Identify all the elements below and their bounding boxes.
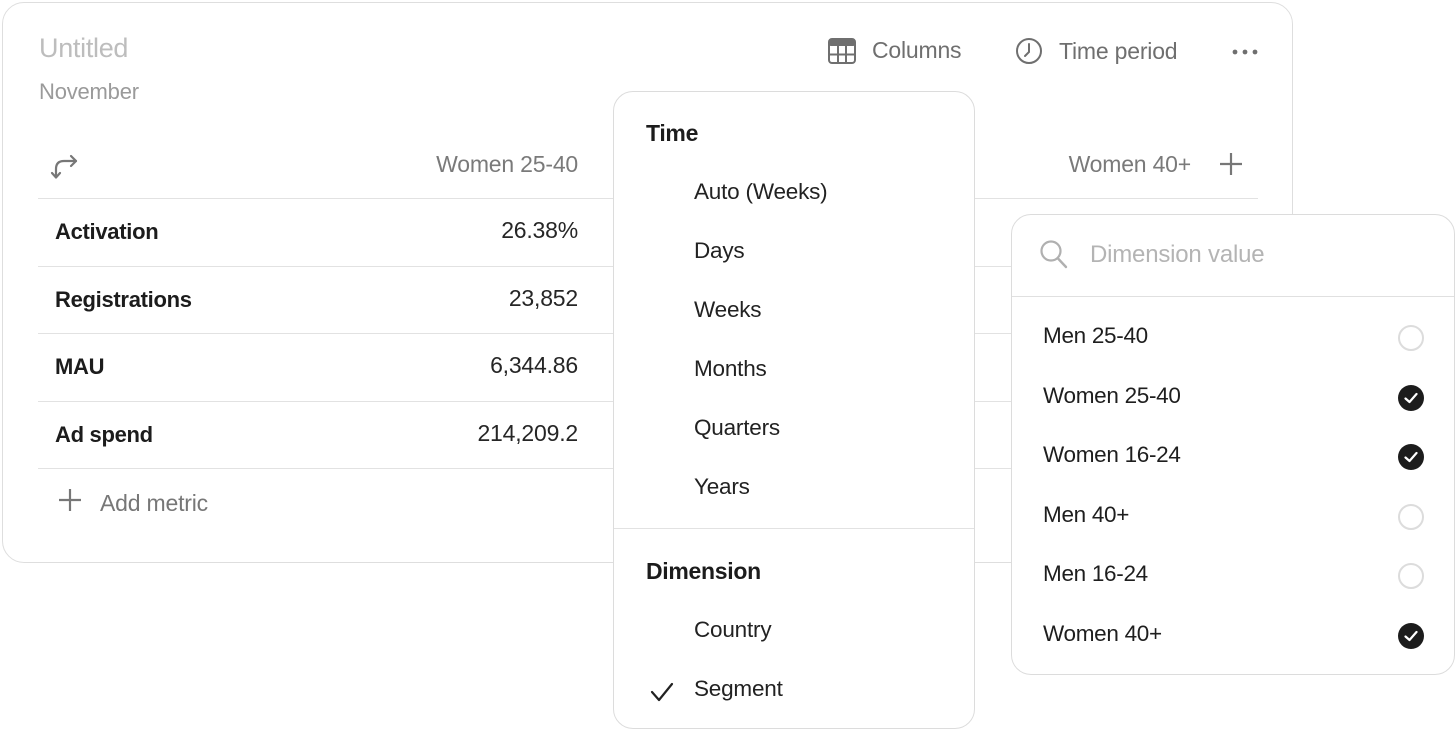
unchecked-circle-icon[interactable] xyxy=(1398,325,1424,351)
metric-name: Activation xyxy=(55,219,159,244)
metric-value: 26.38% xyxy=(501,217,578,243)
checked-circle-icon[interactable] xyxy=(1398,622,1424,649)
clock-icon xyxy=(1015,37,1043,65)
option-label: Women 40+ xyxy=(1043,620,1162,646)
dimension-option[interactable]: Women 16-24 xyxy=(1012,427,1454,487)
column-header[interactable]: Women 25-40 xyxy=(436,151,578,178)
menu-item-segment[interactable]: Segment xyxy=(694,676,783,702)
dimension-search-input[interactable] xyxy=(1090,237,1430,273)
metric-value: 6,344.86 xyxy=(490,352,578,378)
plus-icon xyxy=(58,488,82,518)
dimension-option[interactable]: Men 16-24 xyxy=(1012,546,1454,606)
option-label: Women 25-40 xyxy=(1043,382,1181,408)
dimension-option[interactable]: Men 25-40 xyxy=(1012,308,1454,368)
time-period-label: Time period xyxy=(1059,37,1178,64)
option-label: Men 25-40 xyxy=(1043,323,1148,348)
dimension-section-heading: Dimension xyxy=(646,558,761,584)
dimension-option[interactable]: Women 40+ xyxy=(1012,606,1454,666)
search-bar xyxy=(1012,215,1454,297)
time-period-menu: Time Auto (Weeks) Days Weeks Months Quar… xyxy=(613,91,975,729)
checked-circle-icon[interactable] xyxy=(1398,444,1424,470)
more-options-button[interactable] xyxy=(1231,37,1259,67)
plus-icon xyxy=(1220,153,1242,175)
checked-circle-icon[interactable] xyxy=(1398,384,1424,411)
metric-value: 214,209.2 xyxy=(477,419,578,446)
more-horizontal-icon xyxy=(1231,37,1259,67)
option-label: Men 40+ xyxy=(1043,501,1130,527)
time-section-heading: Time xyxy=(646,120,699,146)
unchecked-circle-icon[interactable] xyxy=(1398,503,1424,530)
metric-value: 23,852 xyxy=(508,284,578,311)
search-icon xyxy=(1039,239,1069,276)
metric-name: Ad spend xyxy=(55,421,153,447)
swap-arrows-icon[interactable] xyxy=(50,149,80,186)
metric-name: MAU xyxy=(55,354,105,379)
dimension-option[interactable]: Women 25-40 xyxy=(1012,368,1454,428)
dimension-value-menu: Men 25-40 Women 25-40 Women 16-24 Men 40… xyxy=(1011,214,1455,675)
add-metric-button[interactable]: Add metric xyxy=(58,488,208,518)
unchecked-circle-icon[interactable] xyxy=(1398,563,1424,589)
dimension-option[interactable]: Men 40+ xyxy=(1012,487,1454,547)
menu-item-years[interactable]: Years xyxy=(694,474,750,500)
card-title[interactable]: Untitled xyxy=(39,33,128,64)
columns-button[interactable]: Columns xyxy=(828,37,962,64)
column-header[interactable]: Women 40+ xyxy=(1069,151,1192,178)
menu-divider xyxy=(614,528,974,529)
card-subtitle: November xyxy=(39,79,139,104)
checkmark-icon xyxy=(650,681,674,708)
add-metric-label: Add metric xyxy=(100,489,208,516)
menu-item-weeks[interactable]: Weeks xyxy=(694,297,762,323)
menu-item-days[interactable]: Days xyxy=(694,238,745,264)
columns-label: Columns xyxy=(872,37,962,63)
add-column-button[interactable] xyxy=(1218,151,1244,182)
time-period-button[interactable]: Time period xyxy=(1015,37,1178,65)
menu-item-auto-weeks[interactable]: Auto (Weeks) xyxy=(694,179,828,205)
menu-item-months[interactable]: Months xyxy=(694,356,767,382)
option-label: Women 16-24 xyxy=(1043,442,1181,467)
option-label: Men 16-24 xyxy=(1043,561,1148,586)
menu-item-quarters[interactable]: Quarters xyxy=(694,415,780,441)
table-grid-icon xyxy=(828,37,856,64)
metric-name: Registrations xyxy=(55,286,192,312)
menu-item-country[interactable]: Country xyxy=(694,617,772,643)
